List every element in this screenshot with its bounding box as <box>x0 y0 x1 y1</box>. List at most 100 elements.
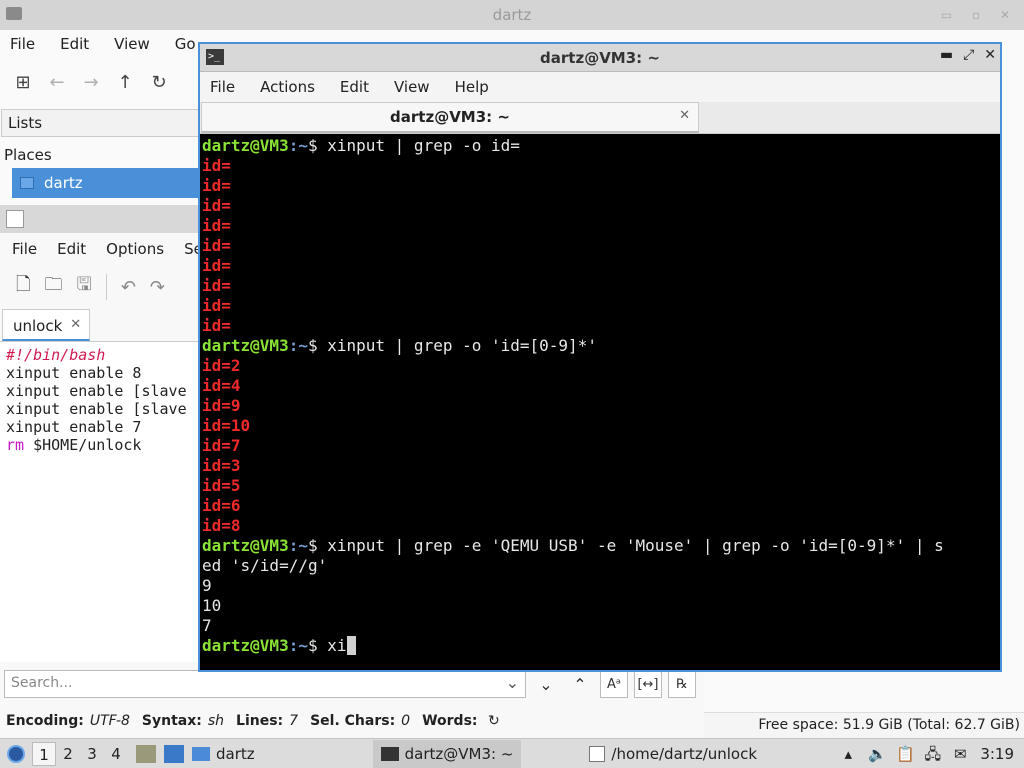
command-input: xi <box>327 636 347 655</box>
output-line: 7 <box>202 616 212 635</box>
reload-icon[interactable]: ↻ <box>150 72 168 93</box>
taskbar: 1 2 3 4 dartz dartz@VM3: ~ /home/dartz/u… <box>0 738 1024 768</box>
fm-menu-edit[interactable]: Edit <box>60 35 89 53</box>
terminal-title: dartz@VM3: ~ <box>540 49 660 67</box>
output-line: id=5 <box>202 476 241 495</box>
output-line: id= <box>202 236 231 255</box>
selchars-label: Sel. Chars: <box>310 713 396 729</box>
prompt-path: :~ <box>288 336 308 355</box>
lines-label: Lines: <box>236 713 284 729</box>
syntax-value: sh <box>207 713 225 729</box>
find-previous-icon[interactable]: ⌃ <box>566 670 594 698</box>
redo-icon[interactable]: ↷ <box>150 277 165 298</box>
output-line: id=9 <box>202 396 241 415</box>
distro-logo-icon <box>7 744 25 763</box>
close-icon[interactable]: ✕ <box>984 47 996 63</box>
new-tab-icon[interactable]: ⊞ <box>14 72 32 93</box>
encoding-label: Encoding: <box>6 713 84 729</box>
window-controls[interactable]: ▭ ▫ ✕ <box>941 8 1018 22</box>
forward-arrow-icon[interactable]: → <box>82 72 100 93</box>
task-text-editor[interactable]: /home/dartz/unlock <box>581 740 765 768</box>
desktop-icon[interactable] <box>164 744 184 763</box>
editor-icon <box>589 745 606 762</box>
chevron-down-icon[interactable]: ⌄ <box>506 673 519 692</box>
output-line: id=3 <box>202 456 241 475</box>
match-case-icon[interactable]: Aᵃ <box>600 670 628 698</box>
terminal-tab[interactable]: dartz@VM3: ~ ✕ <box>201 102 699 133</box>
maximize-icon[interactable]: ⤢ <box>963 47 974 63</box>
open-file-icon[interactable]: 🗀 <box>44 272 62 302</box>
notification-icon[interactable]: ✉ <box>952 746 968 762</box>
fm-menu-view[interactable]: View <box>114 35 150 53</box>
command-text: xinput | grep -o id= <box>327 136 520 155</box>
refresh-icon[interactable]: ↻ <box>484 713 500 729</box>
clipboard-icon[interactable]: 📋 <box>896 746 915 762</box>
whole-word-icon[interactable]: [↔] <box>634 670 662 698</box>
regex-icon[interactable]: ℞ <box>668 670 696 698</box>
editor-menu-edit[interactable]: Edit <box>57 240 86 258</box>
fm-menu-go[interactable]: Go <box>175 35 196 53</box>
search-input[interactable]: Search... ⌄ <box>4 670 526 698</box>
terminal-line: dartz@VM3:~$ xinput | grep -o id= <box>202 136 998 156</box>
workspace-4[interactable]: 4 <box>104 742 128 766</box>
lines-value: 7 <box>289 713 299 729</box>
file-manager-title: dartz <box>492 6 532 24</box>
prompt-user: dartz@VM3 <box>202 536 289 555</box>
task-label: dartz <box>216 744 255 763</box>
selchars-value: 0 <box>401 713 411 729</box>
workspace-3[interactable]: 3 <box>80 742 104 766</box>
words-label: Words: <box>422 713 478 729</box>
term-menu-view[interactable]: View <box>394 78 430 96</box>
term-menu-help[interactable]: Help <box>455 78 489 96</box>
term-menu-actions[interactable]: Actions <box>260 78 315 96</box>
prompt-symbol: $ <box>307 536 328 555</box>
editor-menu-file[interactable]: File <box>12 240 37 258</box>
editor-menu-options[interactable]: Options <box>106 240 164 258</box>
code-text: $HOME/unlock <box>24 436 142 454</box>
syntax-label: Syntax: <box>141 713 202 729</box>
tab-unlock[interactable]: unlock ✕ <box>2 309 91 341</box>
file-manager-titlebar[interactable]: dartz ▭ ▫ ✕ <box>0 0 1024 30</box>
back-arrow-icon[interactable]: ← <box>48 72 66 93</box>
places-label: Places <box>4 146 52 164</box>
network-icon[interactable]: 🖧 <box>924 746 941 762</box>
close-tab-icon[interactable]: ✕ <box>679 108 690 123</box>
close-tab-icon[interactable]: ✕ <box>70 317 81 339</box>
home-folder-icon <box>20 177 34 189</box>
output-line: id=8 <box>202 516 241 535</box>
new-file-icon[interactable]: 🗋 <box>16 272 30 302</box>
minimize-icon[interactable]: ▬ <box>940 47 953 63</box>
show-desktop-icon[interactable] <box>136 744 156 763</box>
terminal-titlebar[interactable]: >_ dartz@VM3: ~ ▬ ⤢ ✕ <box>200 44 1000 72</box>
workspace-2[interactable]: 2 <box>56 742 80 766</box>
volume-icon[interactable]: 🔈 <box>868 746 887 762</box>
output-line: id= <box>202 176 231 195</box>
places-item-home[interactable]: dartz <box>12 168 204 198</box>
save-icon[interactable]: 🖫 <box>76 272 91 302</box>
up-arrow-icon[interactable]: ↑ <box>116 72 134 93</box>
undo-icon[interactable]: ↶ <box>121 277 136 298</box>
lists-header[interactable]: Lists <box>1 109 205 137</box>
terminal-screen[interactable]: dartz@VM3:~$ xinput | grep -o id= id= id= i… <box>202 136 998 668</box>
editor-statusbar: Encoding: UTF-8 Syntax: sh Lines: 7 Sel. Ch… <box>0 706 704 736</box>
task-label: dartz@VM3: ~ <box>404 744 514 763</box>
tab-label: unlock <box>13 317 63 335</box>
fm-menu-file[interactable]: File <box>10 35 35 53</box>
task-file-manager[interactable]: dartz <box>184 740 263 768</box>
output-line: id=4 <box>202 376 241 395</box>
output-line: id=7 <box>202 436 241 455</box>
scroll-up-icon[interactable]: ▴ <box>840 746 856 762</box>
output-line: id= <box>202 316 231 335</box>
clock[interactable]: 3:19 <box>980 745 1014 763</box>
prompt-symbol: $ <box>307 136 328 155</box>
editor-app-icon <box>6 210 24 228</box>
output-line: id= <box>202 256 231 275</box>
find-next-icon[interactable]: ⌄ <box>532 670 560 698</box>
term-menu-edit[interactable]: Edit <box>340 78 369 96</box>
folder-icon <box>192 746 210 761</box>
workspace-1[interactable]: 1 <box>32 741 56 766</box>
task-terminal[interactable]: dartz@VM3: ~ <box>372 739 522 768</box>
prompt-path: :~ <box>288 136 308 155</box>
start-menu-button[interactable] <box>0 744 32 763</box>
term-menu-file[interactable]: File <box>210 78 235 96</box>
